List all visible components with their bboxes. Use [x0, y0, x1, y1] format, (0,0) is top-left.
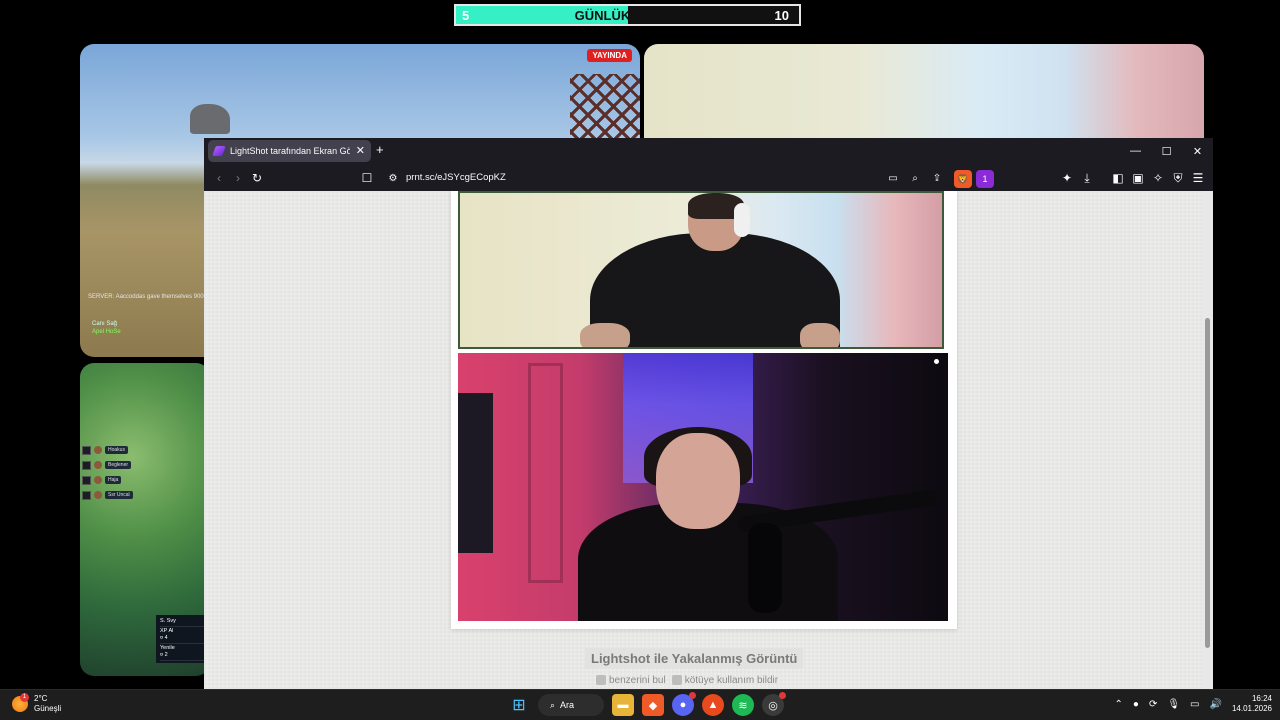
- similar-icon: [596, 675, 606, 686]
- search-icon: ⌕: [550, 699, 556, 710]
- page-scrollbar[interactable]: [1202, 191, 1213, 689]
- score-name: S. Svy: [160, 618, 176, 624]
- page-caption: Lightshot ile Yakalanmış Görüntü: [585, 648, 804, 669]
- tft-score-box: S. Svy XP Al ¤ 4 Yenile ¤ 2: [156, 615, 210, 663]
- network-status-icon[interactable]: ●: [1133, 699, 1139, 710]
- screenshot-webcam-bottom: [458, 353, 948, 621]
- desktop-screen: GÜNLÜK ABONE 5 10 YAYINDA SERVER: Aaccod…: [0, 0, 1280, 720]
- display-icon[interactable]: ▭: [1190, 699, 1199, 710]
- file-explorer-icon[interactable]: ▬: [612, 694, 634, 716]
- find-similar-link[interactable]: benzerini bul: [596, 675, 666, 686]
- back-button[interactable]: ‹: [210, 169, 228, 187]
- score-name: XP Al: [160, 628, 174, 634]
- microphone-icon: [748, 523, 782, 613]
- address-bar[interactable]: ☐ ⚙ prnt.sc/eJSYcgECopKZ ▭ ⌕ ⇪ 🦁 1: [354, 167, 994, 189]
- tft-stream-panel: Hoakus Beglener Haja Ssr Uncal S. Svy XP…: [80, 363, 210, 676]
- page-links: benzerini bul kötüye kullanım bildir: [596, 675, 778, 686]
- tab-lightshot[interactable]: LightShot tarafından Ekran Görüntüsü ✕: [208, 140, 371, 162]
- server-message: SERVER: Aaccoddas gave themselves 9000: [88, 294, 207, 300]
- clock-date: 14.01.2026: [1231, 704, 1272, 713]
- downloads-icon[interactable]: ⤓: [1078, 169, 1096, 187]
- hud-line-1: Canı Sağ: [92, 321, 118, 327]
- rock-island: [190, 104, 230, 134]
- cast-icon[interactable]: ▭: [884, 169, 902, 187]
- tft-player-row: Hoakus: [82, 443, 150, 457]
- volume-icon[interactable]: 🔊: [1210, 699, 1222, 710]
- windows-taskbar: 1 2°C Güneşli ⊞ ⌕ Ara ▬ ◆ ● ▲ ≋ ◎ ⌃ ● ⟳ 🎙…: [0, 689, 1280, 720]
- minimize-button[interactable]: —: [1120, 138, 1151, 164]
- screenshot-image-card[interactable]: [451, 191, 957, 629]
- site-info-icon[interactable]: ⚙: [384, 169, 402, 187]
- wallet-icon[interactable]: ▣: [1129, 169, 1147, 187]
- window-controls: — ☐ ✕: [1120, 138, 1213, 164]
- reload-button[interactable]: ↻: [248, 169, 266, 187]
- scrollbar-thumb[interactable]: [1205, 318, 1210, 648]
- taskbar-search[interactable]: ⌕ Ara: [538, 694, 604, 716]
- taskbar-apps: ⊞ ⌕ Ara ▬ ◆ ● ▲ ≋ ◎: [508, 692, 786, 716]
- lightshot-favicon-icon: [212, 146, 226, 156]
- subscriber-goal-bar: GÜNLÜK ABONE 5 10: [454, 4, 801, 26]
- tab-bar: LightShot tarafından Ekran Görüntüsü ✕ +…: [204, 138, 1213, 164]
- microphone-tray-icon[interactable]: 🎙: [1167, 699, 1180, 710]
- sun-icon: 1: [12, 693, 29, 712]
- sync-icon[interactable]: ⟳: [1149, 699, 1157, 710]
- goal-target: 10: [774, 7, 789, 23]
- tab-close-icon[interactable]: ✕: [356, 145, 365, 157]
- system-tray: ⌃ ● ⟳ 🎙 ▭ 🔊 16:24 14.01.2026: [1115, 694, 1272, 714]
- search-label: Ara: [560, 700, 575, 710]
- menu-icon[interactable]: ☰: [1189, 169, 1207, 187]
- extensions-icon[interactable]: ✦: [1058, 169, 1076, 187]
- weather-widget[interactable]: 1 2°C Güneşli: [12, 693, 62, 714]
- bookmark-icon[interactable]: ☐: [358, 169, 376, 187]
- report-icon: [671, 675, 682, 686]
- report-abuse-link[interactable]: kötüye kullanım bildir: [671, 675, 778, 686]
- share-icon[interactable]: ⇪: [928, 169, 946, 187]
- tray-expand-icon[interactable]: ⌃: [1115, 699, 1123, 710]
- browser-window: LightShot tarafından Ekran Görüntüsü ✕ +…: [204, 138, 1213, 689]
- obs-icon[interactable]: ◎: [762, 692, 786, 716]
- clock[interactable]: 16:24 14.01.2026: [1232, 694, 1272, 714]
- hud-line-2: Apel HoSe: [92, 329, 121, 335]
- score-value: 4: [164, 635, 168, 641]
- tft-player-list: Hoakus Beglener Haja Ssr Uncal: [82, 443, 150, 503]
- goal-current: 5: [462, 7, 470, 23]
- mouse-cursor-icon: [933, 358, 940, 365]
- tft-player-row: Beglener: [82, 458, 150, 472]
- maximize-button[interactable]: ☐: [1151, 138, 1182, 164]
- url-text: prnt.sc/eJSYcgECopKZ: [406, 172, 506, 183]
- weather-desc: Güneşli: [34, 704, 62, 713]
- tft-player-row: Haja: [82, 473, 150, 487]
- sidebar-icon[interactable]: ◧: [1109, 169, 1127, 187]
- spotify-icon[interactable]: ≋: [732, 694, 754, 716]
- game-launcher-icon[interactable]: ▲: [702, 694, 724, 716]
- forward-button[interactable]: ›: [229, 169, 247, 187]
- screenshot-webcam-top: [458, 191, 944, 349]
- start-menu-icon[interactable]: ⊞: [508, 694, 530, 716]
- close-window-button[interactable]: ✕: [1182, 138, 1213, 164]
- headset-icon: [734, 203, 750, 237]
- game-hud: Canı Sağ Apel HoSe: [92, 320, 121, 336]
- live-badge: YAYINDA: [587, 49, 632, 62]
- ai-assistant-icon[interactable]: ✧: [1149, 169, 1167, 187]
- tab-title: LightShot tarafından Ekran Görüntüsü: [230, 146, 350, 156]
- lightshot-page: Lightshot ile Yakalanmış Görüntü benzeri…: [204, 191, 1202, 689]
- tft-player-row: Ssr Uncal: [82, 488, 150, 502]
- brave-browser-icon[interactable]: ◆: [642, 694, 664, 716]
- discord-icon[interactable]: ●: [672, 692, 696, 716]
- weather-temp: 2°C: [34, 694, 48, 703]
- new-tab-button[interactable]: +: [376, 142, 384, 157]
- zoom-icon[interactable]: ⌕: [906, 169, 924, 187]
- brave-rewards-icon[interactable]: 1: [976, 170, 994, 188]
- vpn-icon[interactable]: ⛨: [1169, 169, 1187, 187]
- score-name: Yenile: [160, 645, 175, 651]
- score-value: 2: [164, 652, 168, 658]
- rewards-badge-count: 1: [982, 174, 988, 184]
- brave-shields-icon[interactable]: 🦁: [954, 170, 972, 188]
- clock-time: 16:24: [1251, 694, 1272, 703]
- navigation-toolbar: ‹ › ↻ ☐ ⚙ prnt.sc/eJSYcgECopKZ ▭ ⌕ ⇪ 🦁 1…: [204, 165, 1213, 191]
